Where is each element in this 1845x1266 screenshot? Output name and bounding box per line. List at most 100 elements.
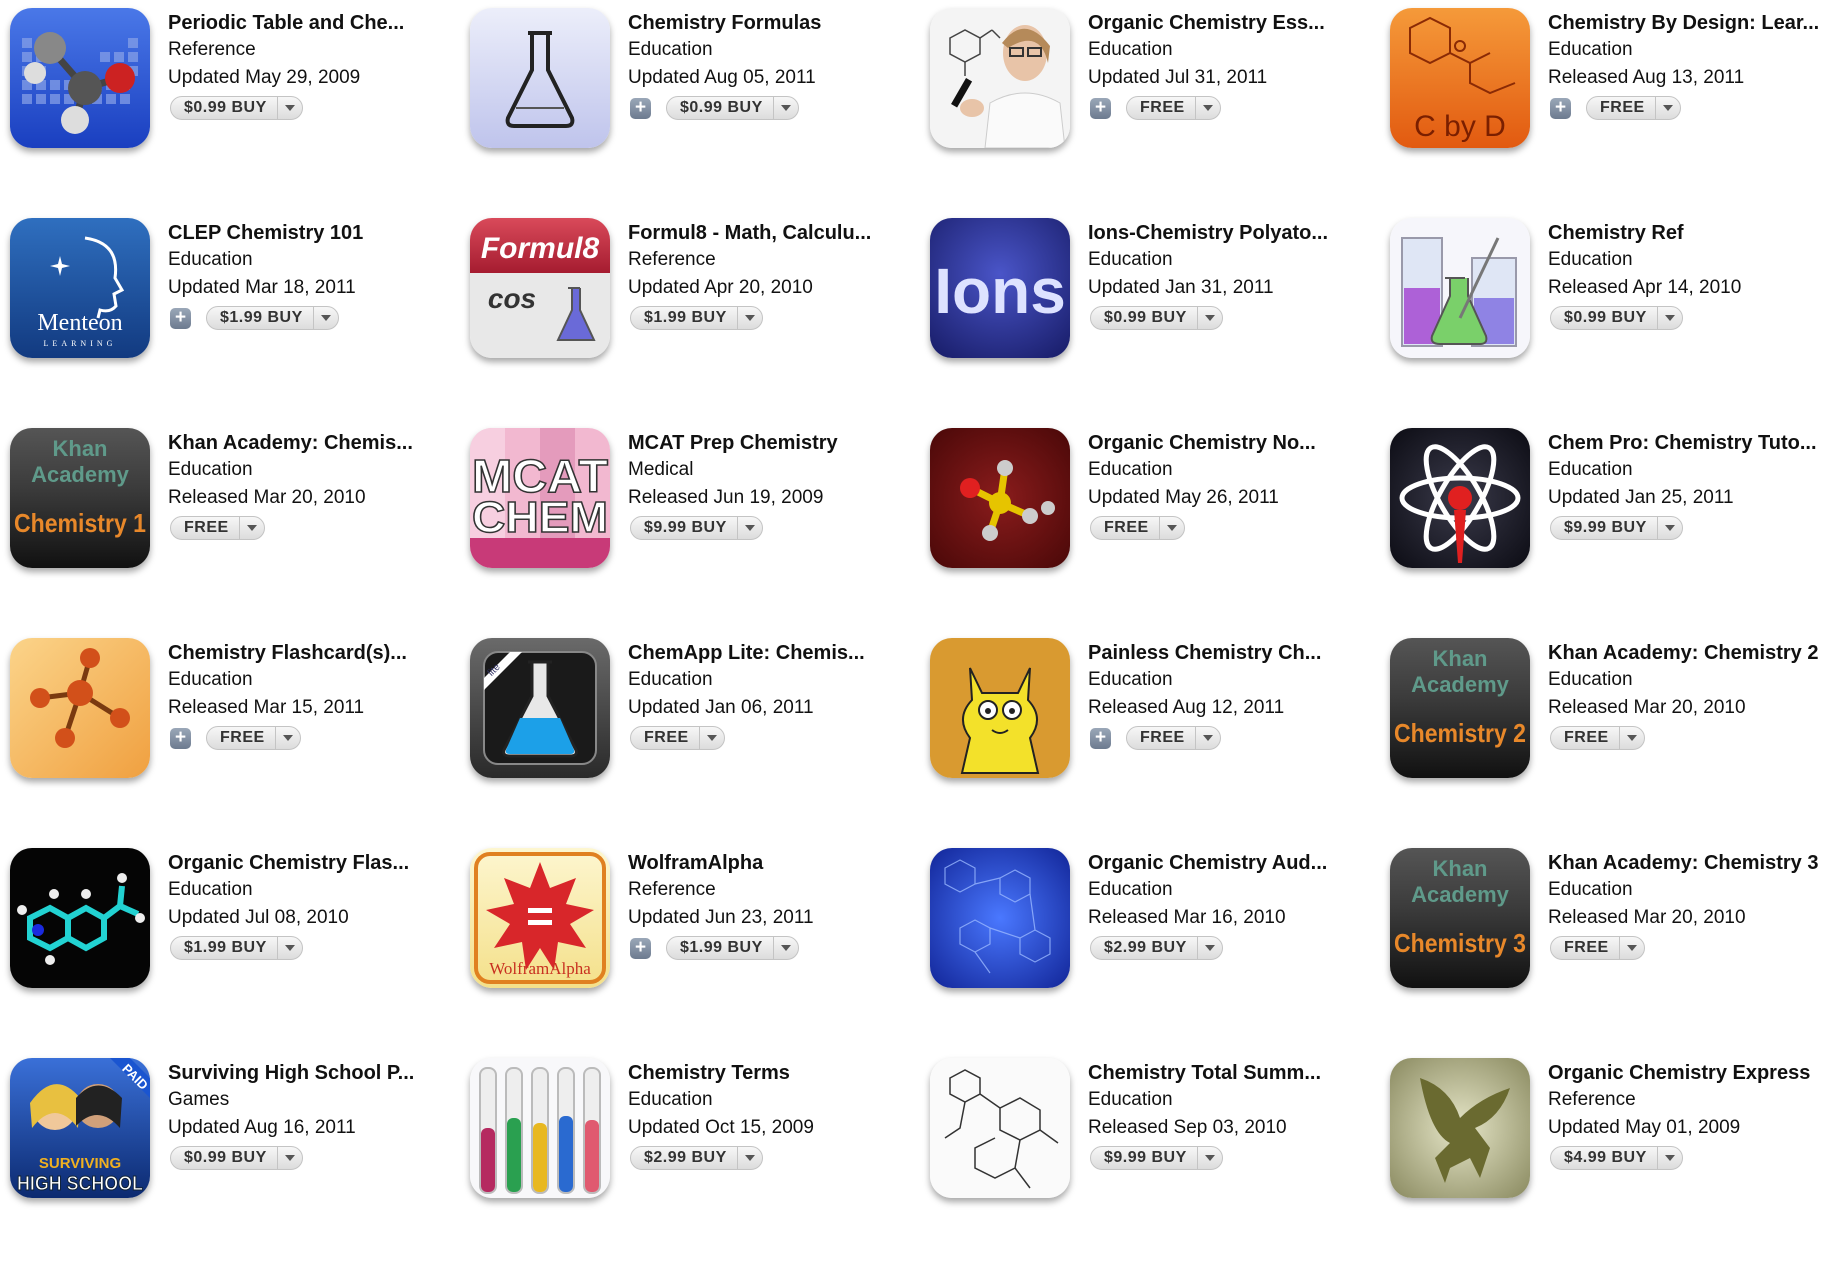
plus-icon[interactable]: + (630, 937, 651, 959)
chevron-down-icon[interactable] (772, 97, 798, 119)
plus-icon[interactable]: + (1090, 727, 1111, 749)
app-name[interactable]: MCAT Prep Chemistry (628, 430, 918, 456)
app-name[interactable]: Chem Pro: Chemistry Tuto... (1548, 430, 1845, 456)
app-name[interactable]: Khan Academy: Chemistry 2 (1548, 640, 1845, 666)
chevron-down-icon[interactable] (238, 517, 264, 539)
wolframalpha-icon[interactable]: WolframAlpha (470, 848, 610, 988)
buy-button[interactable]: FREE (1586, 96, 1681, 120)
app-item[interactable]: Organic Chemistry Flas... Education Upda… (0, 846, 460, 1056)
app-name[interactable]: Organic Chemistry Ess... (1088, 10, 1378, 36)
app-item[interactable]: Chemistry Ref Education Released Apr 14,… (1380, 216, 1845, 426)
buy-button[interactable]: $2.99 BUY (1090, 936, 1223, 960)
app-name[interactable]: Periodic Table and Che... (168, 10, 458, 36)
app-item[interactable]: Ions Ions-Chemistry Polyato... Education… (920, 216, 1380, 426)
app-category[interactable]: Education (1548, 876, 1845, 904)
buy-button[interactable]: FREE (1126, 96, 1221, 120)
chevron-down-icon[interactable] (1618, 727, 1644, 749)
plus-icon[interactable]: + (170, 307, 191, 329)
app-category[interactable]: Education (628, 666, 918, 694)
app-name[interactable]: WolframAlpha (628, 850, 918, 876)
chevron-down-icon[interactable] (276, 97, 302, 119)
app-name[interactable]: Organic Chemistry Express (1548, 1060, 1845, 1086)
app-category[interactable]: Education (1548, 36, 1845, 64)
chevron-down-icon[interactable] (1196, 1147, 1222, 1169)
buy-button[interactable]: $1.99 BUY (170, 936, 303, 960)
pegasus-icon[interactable] (1390, 1058, 1530, 1198)
app-category[interactable]: Reference (628, 876, 918, 904)
app-name[interactable]: Organic Chemistry Aud... (1088, 850, 1378, 876)
chevron-down-icon[interactable] (1618, 937, 1644, 959)
atom-icon[interactable] (1390, 428, 1530, 568)
formul8-icon[interactable]: Formul8 cos (470, 218, 610, 358)
chevron-down-icon[interactable] (1196, 937, 1222, 959)
chevron-down-icon[interactable] (736, 517, 762, 539)
chevron-down-icon[interactable] (1194, 97, 1220, 119)
c-by-d-icon[interactable]: C by D (1390, 8, 1530, 148)
plus-icon[interactable]: + (1550, 97, 1571, 119)
app-category[interactable]: Reference (168, 36, 458, 64)
buy-button[interactable]: FREE (1550, 726, 1645, 750)
app-category[interactable]: Reference (1548, 1086, 1845, 1114)
chevron-down-icon[interactable] (1656, 307, 1682, 329)
app-name[interactable]: Organic Chemistry Flas... (168, 850, 458, 876)
app-item[interactable]: Periodic Table and Che... Reference Upda… (0, 6, 460, 216)
app-name[interactable]: Surviving High School P... (168, 1060, 458, 1086)
app-category[interactable]: Medical (628, 456, 918, 484)
app-category[interactable]: Education (1548, 456, 1845, 484)
app-item[interactable]: Organic Chemistry Express Reference Upda… (1380, 1056, 1845, 1266)
app-category[interactable]: Education (1088, 36, 1378, 64)
menteon-icon[interactable]: Menteon LEARNING (10, 218, 150, 358)
app-category[interactable]: Education (628, 1086, 918, 1114)
app-item[interactable]: Chem Pro: Chemistry Tuto... Education Up… (1380, 426, 1845, 636)
khan-chemistry-2-icon[interactable]: Khan Academy Chemistry 2 (1390, 638, 1530, 778)
buy-button[interactable]: FREE (1126, 726, 1221, 750)
chevron-down-icon[interactable] (736, 1147, 762, 1169)
chevron-down-icon[interactable] (312, 307, 338, 329)
app-category[interactable]: Education (1088, 876, 1378, 904)
plus-icon[interactable]: + (1090, 97, 1111, 119)
app-category[interactable]: Education (1088, 246, 1378, 274)
app-name[interactable]: ChemApp Lite: Chemis... (628, 640, 918, 666)
buy-button[interactable]: FREE (206, 726, 301, 750)
app-category[interactable]: Education (1548, 666, 1845, 694)
app-name[interactable]: Chemistry By Design: Lear... (1548, 10, 1845, 36)
app-name[interactable]: Chemistry Formulas (628, 10, 918, 36)
buy-button[interactable]: $0.99 BUY (1550, 306, 1683, 330)
khan-chemistry-3-icon[interactable]: Khan Academy Chemistry 3 (1390, 848, 1530, 988)
app-category[interactable]: Education (1548, 246, 1845, 274)
app-category[interactable]: Reference (628, 246, 918, 274)
app-item[interactable]: Khan Academy Chemistry 1 Khan Academy: C… (0, 426, 460, 636)
flask-icon[interactable] (470, 8, 610, 148)
chevron-down-icon[interactable] (1158, 517, 1184, 539)
beakers-icon[interactable] (1390, 218, 1530, 358)
buy-button[interactable]: $4.99 BUY (1550, 1146, 1683, 1170)
structure-sketch-icon[interactable] (930, 1058, 1070, 1198)
chevron-down-icon[interactable] (1656, 517, 1682, 539)
app-name[interactable]: CLEP Chemistry 101 (168, 220, 458, 246)
organic-molecule-icon[interactable] (10, 848, 150, 988)
buy-button[interactable]: $0.99 BUY (170, 96, 303, 120)
app-name[interactable]: Chemistry Flashcard(s)... (168, 640, 458, 666)
app-category[interactable]: Education (168, 666, 458, 694)
buy-button[interactable]: $1.99 BUY (666, 936, 799, 960)
app-name[interactable]: Organic Chemistry No... (1088, 430, 1378, 456)
chevron-down-icon[interactable] (274, 727, 300, 749)
app-category[interactable]: Education (1088, 666, 1378, 694)
app-category[interactable]: Education (168, 876, 458, 904)
blue-structures-icon[interactable] (930, 848, 1070, 988)
app-item[interactable]: Chemistry Total Summ... Education Releas… (920, 1056, 1380, 1266)
app-item[interactable]: lite ChemApp Lite: Chemis... Education U… (460, 636, 920, 846)
app-item[interactable]: Khan Academy Chemistry 3 Khan Academy: C… (1380, 846, 1845, 1056)
app-name[interactable]: Formul8 - Math, Calculu... (628, 220, 918, 246)
app-item[interactable]: Chemistry Terms Education Updated Oct 15… (460, 1056, 920, 1266)
chevron-down-icon[interactable] (1196, 307, 1222, 329)
app-name[interactable]: Khan Academy: Chemistry 3 (1548, 850, 1845, 876)
app-category[interactable]: Education (168, 246, 458, 274)
app-item[interactable]: MCAT CHEM MCAT Prep Chemistry Medical Re… (460, 426, 920, 636)
molecule-icon[interactable] (930, 428, 1070, 568)
app-item[interactable]: Formul8 cos Formul8 - Math, Calculu... R… (460, 216, 920, 426)
plus-icon[interactable]: + (630, 97, 651, 119)
app-item[interactable]: Organic Chemistry Aud... Education Relea… (920, 846, 1380, 1056)
app-name[interactable]: Khan Academy: Chemis... (168, 430, 458, 456)
app-category[interactable]: Education (1088, 1086, 1378, 1114)
